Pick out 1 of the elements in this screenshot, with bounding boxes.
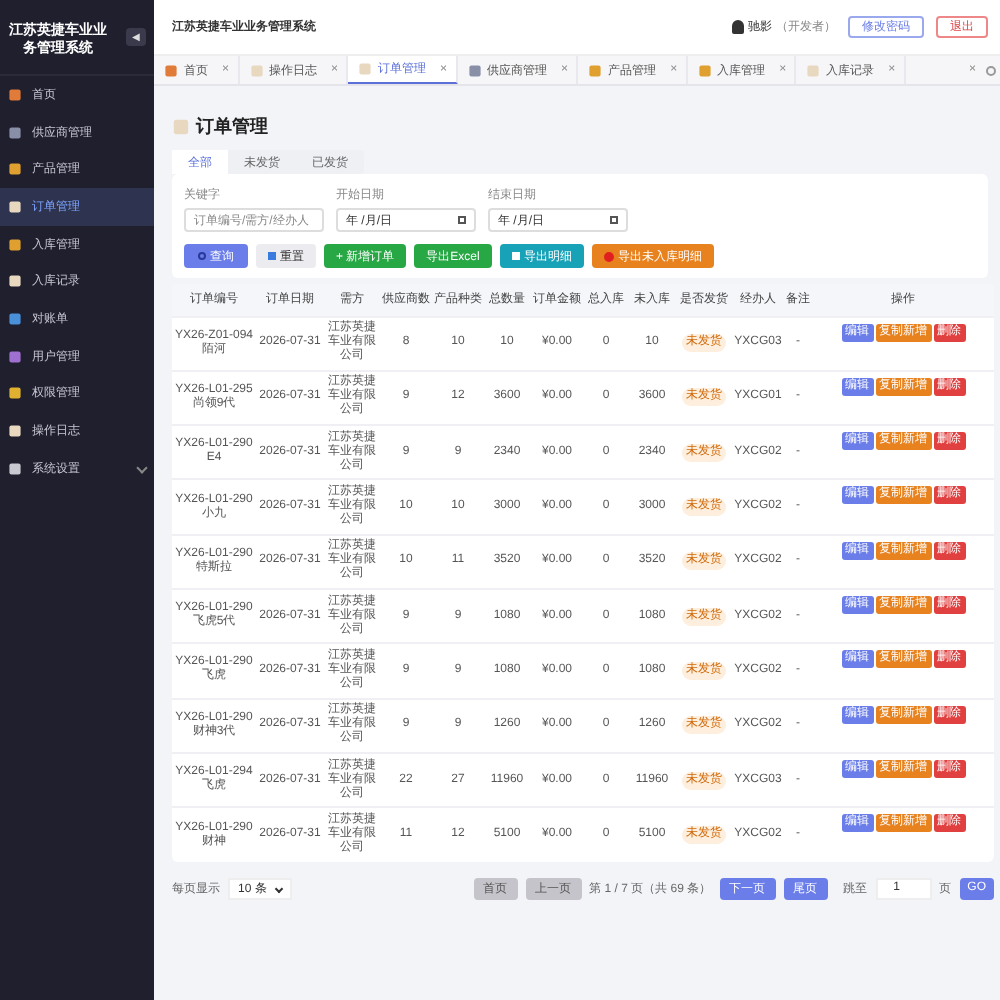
page-title: 订单管理 <box>196 113 268 139</box>
